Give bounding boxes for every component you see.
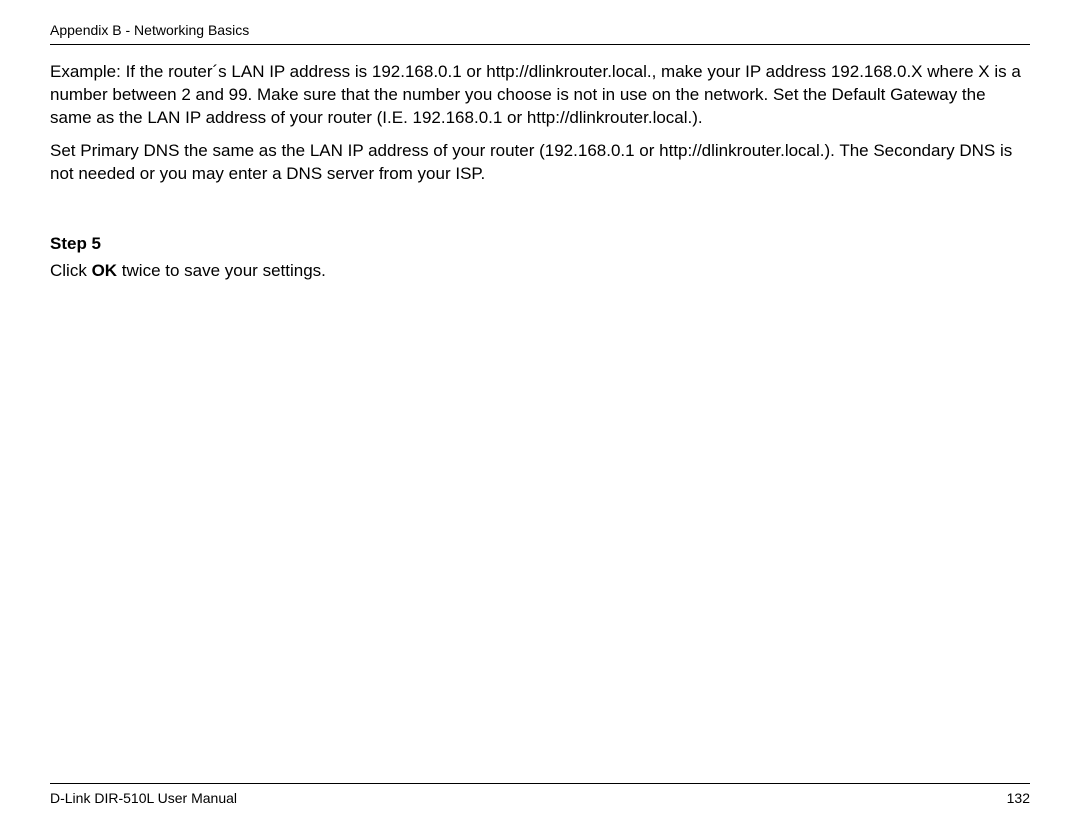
step-heading: Step 5: [50, 234, 1030, 254]
step-block: Step 5 Click OK twice to save your setti…: [50, 234, 1030, 283]
step-text-suffix: twice to save your settings.: [117, 261, 326, 280]
step-text-bold: OK: [92, 261, 118, 280]
header-title: Appendix B - Networking Basics: [50, 22, 249, 38]
paragraph-example: Example: If the router´s LAN IP address …: [50, 61, 1030, 130]
page-header: Appendix B - Networking Basics: [50, 22, 1030, 45]
step-instruction: Click OK twice to save your settings.: [50, 260, 1030, 283]
page-footer: D-Link DIR-510L User Manual 132: [50, 783, 1030, 806]
footer-manual-title: D-Link DIR-510L User Manual: [50, 790, 237, 806]
step-text-prefix: Click: [50, 261, 92, 280]
document-page: Appendix B - Networking Basics Example: …: [0, 0, 1080, 834]
paragraph-dns: Set Primary DNS the same as the LAN IP a…: [50, 140, 1030, 186]
footer-page-number: 132: [1007, 790, 1030, 806]
